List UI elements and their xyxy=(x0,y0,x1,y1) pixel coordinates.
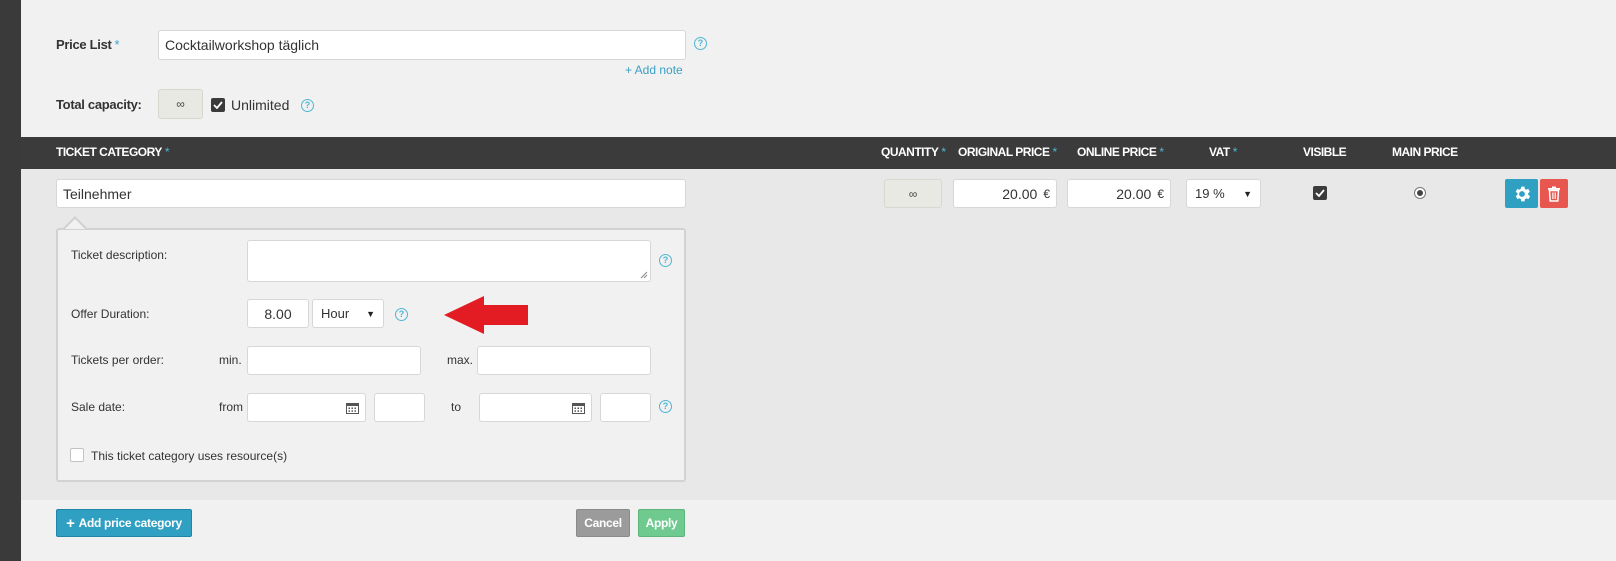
table-header-bar xyxy=(21,137,1616,169)
total-capacity-input[interactable]: ∞ xyxy=(158,89,203,119)
tickets-per-order-label: Tickets per order: xyxy=(71,353,164,367)
sale-to-date-input[interactable] xyxy=(479,393,592,422)
ticket-description-textarea[interactable] xyxy=(247,240,651,282)
help-icon[interactable]: ? xyxy=(395,308,408,321)
sale-from-date-input[interactable] xyxy=(247,393,366,422)
add-note-link[interactable]: + Add note xyxy=(625,63,683,77)
max-tickets-input[interactable] xyxy=(477,346,651,375)
original-price-value: 20.00 xyxy=(1002,185,1038,202)
radio-selected-dot xyxy=(1417,190,1423,196)
plus-icon: + xyxy=(66,514,75,532)
col-quantity-text: QUANTITY xyxy=(881,145,939,159)
col-quantity: QUANTITY * xyxy=(881,145,946,159)
ticket-description-label: Ticket description: xyxy=(71,248,168,262)
help-icon[interactable]: ? xyxy=(301,99,314,112)
required-marker: * xyxy=(1052,145,1057,159)
offer-duration-label: Offer Duration: xyxy=(71,307,150,321)
calendar-icon[interactable] xyxy=(572,402,585,414)
col-vat-text: VAT xyxy=(1209,145,1230,159)
trash-icon xyxy=(1548,186,1560,202)
form-header-area xyxy=(21,0,1616,137)
vat-select[interactable]: 19 % ▼ xyxy=(1186,179,1261,208)
col-main-price: MAIN PRICE xyxy=(1392,145,1458,159)
apply-button[interactable]: Apply xyxy=(638,509,685,537)
price-list-input[interactable]: Cocktailworkshop täglich xyxy=(158,30,686,60)
help-icon[interactable]: ? xyxy=(694,37,707,50)
col-ticket-category-text: TICKET CATEGORY xyxy=(56,145,162,159)
ticket-category-value: Teilnehmer xyxy=(63,185,132,202)
calendar-icon[interactable] xyxy=(346,402,359,414)
caret-down-icon: ▼ xyxy=(366,308,375,319)
details-notch-inner xyxy=(65,219,85,229)
col-original-price-text: ORIGINAL PRICE xyxy=(958,145,1050,159)
uses-resources-checkbox[interactable] xyxy=(70,448,84,462)
left-sidebar xyxy=(0,0,21,561)
col-vat: VAT * xyxy=(1209,145,1237,159)
total-capacity-value: ∞ xyxy=(176,97,185,111)
col-original-price: ORIGINAL PRICE * xyxy=(958,145,1057,159)
required-marker: * xyxy=(114,37,120,52)
unlimited-checkbox[interactable] xyxy=(211,98,225,112)
price-list-value: Cocktailworkshop täglich xyxy=(165,37,320,53)
online-price-input[interactable]: 20.00 € xyxy=(1067,179,1171,208)
required-marker: * xyxy=(1159,145,1164,159)
currency-symbol: € xyxy=(1043,186,1050,201)
gear-icon xyxy=(1515,186,1530,201)
price-list-label-text: Price List xyxy=(56,37,112,52)
check-icon xyxy=(1315,189,1325,197)
to-label: to xyxy=(451,400,462,414)
settings-button[interactable] xyxy=(1505,179,1538,208)
col-ticket-category: TICKET CATEGORY * xyxy=(56,145,170,159)
min-label: min. xyxy=(219,353,242,367)
uses-resources-label: This ticket category uses resource(s) xyxy=(91,449,288,463)
total-capacity-label: Total capacity: xyxy=(56,97,142,112)
max-label: max. xyxy=(447,353,474,367)
help-icon[interactable]: ? xyxy=(659,400,672,413)
cancel-button[interactable]: Cancel xyxy=(576,509,630,537)
unlimited-label: Unlimited xyxy=(231,97,290,113)
add-price-category-button[interactable]: + Add price category xyxy=(56,509,192,537)
offer-duration-unit-value: Hour xyxy=(321,306,350,321)
offer-duration-value: 8.00 xyxy=(264,305,292,322)
sale-date-label: Sale date: xyxy=(71,400,126,414)
footer-bar xyxy=(21,500,1616,561)
col-visible: VISIBLE xyxy=(1303,145,1347,159)
currency-symbol: € xyxy=(1157,186,1164,201)
quantity-value: ∞ xyxy=(908,186,918,201)
original-price-input[interactable]: 20.00 € xyxy=(953,179,1057,208)
main-price-radio[interactable] xyxy=(1414,187,1426,199)
offer-duration-unit-select[interactable]: Hour ▼ xyxy=(312,299,384,328)
from-label: from xyxy=(219,400,243,414)
required-marker: * xyxy=(164,145,170,159)
col-online-price-text: ONLINE PRICE xyxy=(1077,145,1157,159)
price-list-label: Price List * xyxy=(56,37,120,52)
vat-value: 19 % xyxy=(1195,186,1225,201)
sale-from-time-input[interactable] xyxy=(374,393,425,422)
sale-to-time-input[interactable] xyxy=(600,393,651,422)
caret-down-icon: ▼ xyxy=(1243,188,1252,199)
help-icon[interactable]: ? xyxy=(659,254,672,267)
delete-button[interactable] xyxy=(1540,179,1568,208)
add-price-category-label: Add price category xyxy=(78,516,183,530)
online-price-value: 20.00 xyxy=(1116,185,1152,202)
min-tickets-input[interactable] xyxy=(247,346,421,375)
resize-handle-icon[interactable] xyxy=(640,271,648,279)
required-marker: * xyxy=(941,145,946,159)
col-online-price: ONLINE PRICE * xyxy=(1077,145,1164,159)
quantity-input[interactable]: ∞ xyxy=(884,179,942,208)
offer-duration-input[interactable]: 8.00 xyxy=(247,299,309,328)
visible-checkbox[interactable] xyxy=(1313,186,1327,200)
required-marker: * xyxy=(1232,145,1238,159)
ticket-category-input[interactable]: Teilnehmer xyxy=(56,179,686,208)
check-icon xyxy=(213,101,223,109)
red-arrow-icon xyxy=(444,296,528,334)
